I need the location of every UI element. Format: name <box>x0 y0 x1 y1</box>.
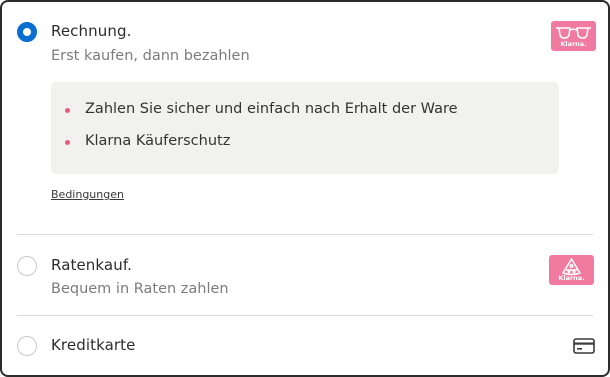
option-title-installments: Ratenkauf. <box>51 256 132 274</box>
benefits-box: Zahlen Sie sicher und einfach nach Erhal… <box>51 82 559 174</box>
bullet-dot <box>65 140 70 145</box>
radio-installments[interactable] <box>17 256 37 276</box>
klarna-badge-label: Klarna. <box>560 40 587 48</box>
option-title-credit-card: Kreditkarte <box>51 336 136 354</box>
credit-card-icon <box>573 338 595 354</box>
option-title-invoice: Rechnung. <box>51 22 132 40</box>
benefit-item: Klarna Käuferschutz <box>85 133 231 149</box>
klarna-badge-invoice: Klarna. <box>551 21 596 51</box>
bullet-dot <box>65 108 70 113</box>
radio-credit-card[interactable] <box>17 336 37 356</box>
payment-option-credit-card[interactable]: Kreditkarte <box>2 316 608 375</box>
option-subtitle-invoice: Erst kaufen, dann bezahlen <box>51 48 250 64</box>
klarna-badge-label: Klarna. <box>558 274 585 282</box>
terms-link[interactable]: Bedingungen <box>51 188 124 201</box>
klarna-badge-installments: Klarna. <box>549 255 594 285</box>
payment-option-installments[interactable]: Ratenkauf. Bequem in Raten zahlen Klarna… <box>2 235 608 315</box>
benefit-item: Zahlen Sie sicher und einfach nach Erhal… <box>85 101 458 117</box>
payment-option-invoice[interactable]: Rechnung. Erst kaufen, dann bezahlen Kla… <box>2 2 608 234</box>
radio-invoice[interactable] <box>17 22 37 42</box>
option-subtitle-installments: Bequem in Raten zahlen <box>51 281 229 297</box>
payment-method-panel: Rechnung. Erst kaufen, dann bezahlen Kla… <box>0 0 610 377</box>
